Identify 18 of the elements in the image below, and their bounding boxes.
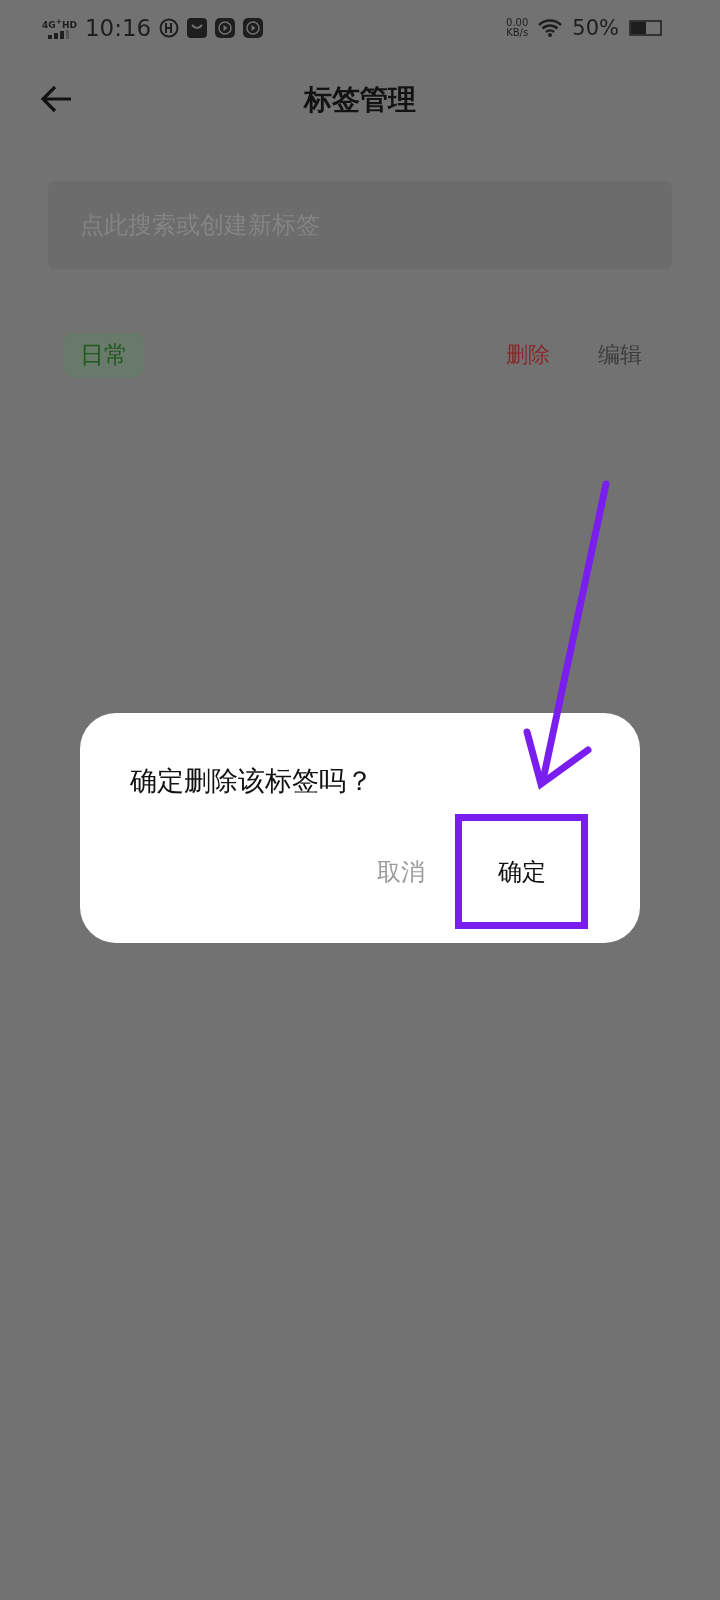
play-icon: [243, 18, 264, 38]
delete-button[interactable]: 删除: [506, 340, 550, 370]
dialog-message: 确定删除该标签吗？: [130, 764, 374, 798]
clock-time: 10:16: [84, 15, 152, 41]
confirm-button[interactable]: 确定: [455, 814, 588, 929]
play-icon: [215, 18, 236, 38]
page-title: 标签管理: [304, 82, 416, 118]
back-arrow-icon: [39, 84, 73, 114]
signal-icon: [48, 30, 71, 39]
battery-icon: [629, 20, 662, 36]
speed-unit: KB/s: [506, 28, 529, 38]
wifi-icon: [538, 19, 563, 37]
bag-icon: [187, 18, 208, 38]
tag-chip[interactable]: 日常: [64, 333, 144, 377]
battery-percent: 50%: [572, 16, 619, 40]
network-speed: 0.00: [506, 18, 529, 28]
network-label: 4G$^{+}$HD: [42, 17, 77, 30]
circle-logo-icon: [159, 18, 180, 38]
